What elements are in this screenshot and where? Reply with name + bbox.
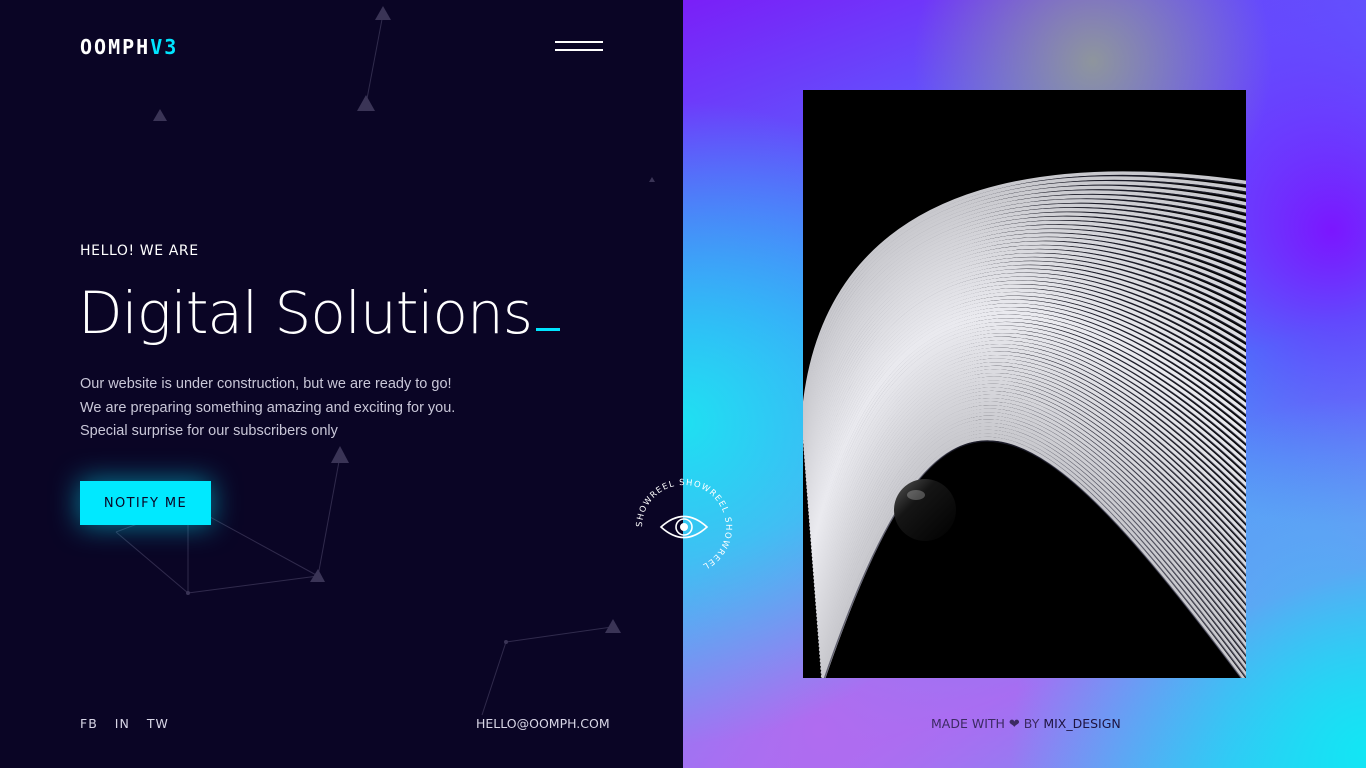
made-with-credit: MADE WITH ❤ BY MIX_DESIGN [931,716,1121,732]
credit-by: BY [1023,716,1040,731]
logo[interactable]: OOMPHV3 [80,36,178,58]
notify-me-button[interactable]: NOTIFY ME [80,481,211,525]
intro-line: We are preparing something amazing and e… [80,399,456,416]
headline-text: Digital Solutions [78,279,533,347]
social-link-facebook[interactable]: FB [80,716,98,731]
left-panel: OOMPHV3 HELLO! WE ARE Digital Solutions … [0,0,683,768]
intro-text: Our website is under construction, but w… [80,373,455,444]
intro-line: Our website is under construction, but w… [80,376,452,392]
menu-line [555,49,603,51]
social-link-twitter[interactable]: TW [147,716,169,731]
hero-artwork-image [803,90,1246,678]
eye-icon [659,515,709,539]
hamburger-menu-icon[interactable] [555,41,603,55]
social-link-instagram[interactable]: IN [115,716,130,731]
intro-line: Special surprise for our subscribers onl… [80,423,338,439]
hero-eyebrow: HELLO! WE ARE [80,243,199,259]
cursor-dash-decoration [536,328,561,331]
menu-line [555,41,603,43]
sphere-decoration [894,479,956,541]
logo-version: V3 [150,35,179,59]
logo-text: OOMPH [80,35,151,59]
credit-prefix: MADE WITH [931,716,1005,731]
credit-brand-link[interactable]: MIX_DESIGN [1043,716,1120,731]
heart-icon: ❤ [1008,717,1020,732]
page-title: Digital Solutions [78,279,561,347]
social-links: FB IN TW [80,716,169,731]
showreel-button[interactable]: SHOWREEL SHOWREEL SHOWREEL [631,474,737,580]
email-link[interactable]: HELLO@OOMPH.COM [476,716,610,731]
